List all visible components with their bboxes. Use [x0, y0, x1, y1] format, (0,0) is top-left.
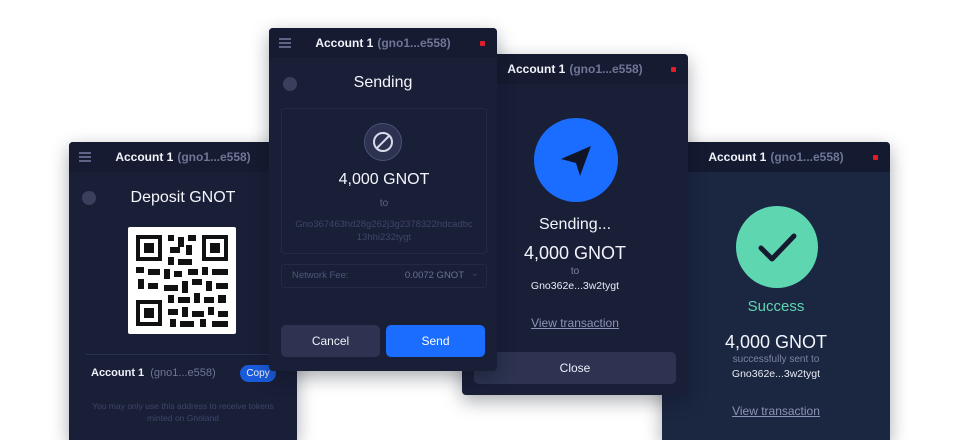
divider	[86, 354, 280, 355]
success-status: Success	[747, 298, 805, 315]
sent-to-label: successfully sent to	[732, 354, 820, 365]
account-address-short: (gno1...e558)	[569, 62, 643, 76]
cancel-button[interactable]: Cancel	[281, 325, 380, 357]
deposit-header: Account 1 (gno1...e558)	[69, 142, 297, 172]
network-fee-row: Network Fee: 0.0072 GNOT ⌄	[281, 264, 487, 288]
account-name: Account 1	[708, 150, 767, 164]
page-title: Deposit GNOT	[130, 189, 236, 206]
view-transaction-link[interactable]: View transaction	[732, 404, 820, 418]
menu-icon[interactable]	[279, 38, 291, 48]
network-status-icon	[873, 155, 878, 160]
account-address-short: (gno1...e558)	[377, 36, 451, 50]
fee-value: 0.0072 GNOT	[404, 270, 464, 281]
network-status-icon	[671, 67, 676, 72]
deposit-window: Account 1 (gno1...e558) Deposit GNOT Acc…	[69, 142, 297, 440]
chevron-down-icon[interactable]: ⌄	[471, 268, 479, 279]
menu-icon[interactable]	[79, 152, 91, 162]
view-transaction-link-wrap: View transaction	[662, 402, 890, 420]
qr-code	[128, 227, 236, 334]
account-name: Account 1	[507, 62, 566, 76]
token-icon	[364, 123, 402, 161]
footer-account-address: (gno1...e558)	[150, 367, 216, 379]
success-check-icon	[736, 206, 818, 288]
deposit-account-row: Account 1 (gno1...e558)	[91, 367, 216, 379]
recipient-address: Gno362e...3w2tygt	[731, 368, 821, 380]
footer-account-name: Account 1	[91, 367, 145, 379]
recipient-address: Gno367463hd28g262j3g2378322hdcadbc13hhi2…	[295, 219, 473, 243]
sending-confirm-window: Account 1 (gno1...e558) Sending 4,000 GN…	[269, 28, 497, 371]
transfer-summary-box: 4,000 GNOT to Gno367463hd28g262j3g237832…	[281, 108, 487, 254]
account-address-short: (gno1...e558)	[770, 150, 844, 164]
success-amount: 4,000 GNOT	[724, 332, 828, 352]
close-button[interactable]: Close	[474, 352, 676, 384]
send-plane-icon	[534, 118, 618, 202]
to-label: to	[379, 198, 389, 209]
send-button[interactable]: Send	[386, 325, 485, 357]
deposit-note: You may only use this address to receive…	[92, 401, 274, 423]
account-name: Account 1	[315, 36, 374, 50]
sending-header: Account 1 (gno1...e558)	[269, 28, 497, 58]
success-header: Account 1 (gno1...e558)	[662, 142, 890, 172]
page-title: Sending	[353, 74, 413, 91]
fee-label: Network Fee:	[292, 270, 349, 281]
account-name: Account 1	[115, 150, 174, 164]
send-amount: 4,000 GNOT	[338, 171, 430, 188]
network-status-icon	[480, 41, 485, 46]
view-transaction-link[interactable]: View transaction	[531, 316, 619, 330]
success-window: Account 1 (gno1...e558) Success 4,000 GN…	[662, 142, 890, 440]
account-address-short: (gno1...e558)	[177, 150, 251, 164]
